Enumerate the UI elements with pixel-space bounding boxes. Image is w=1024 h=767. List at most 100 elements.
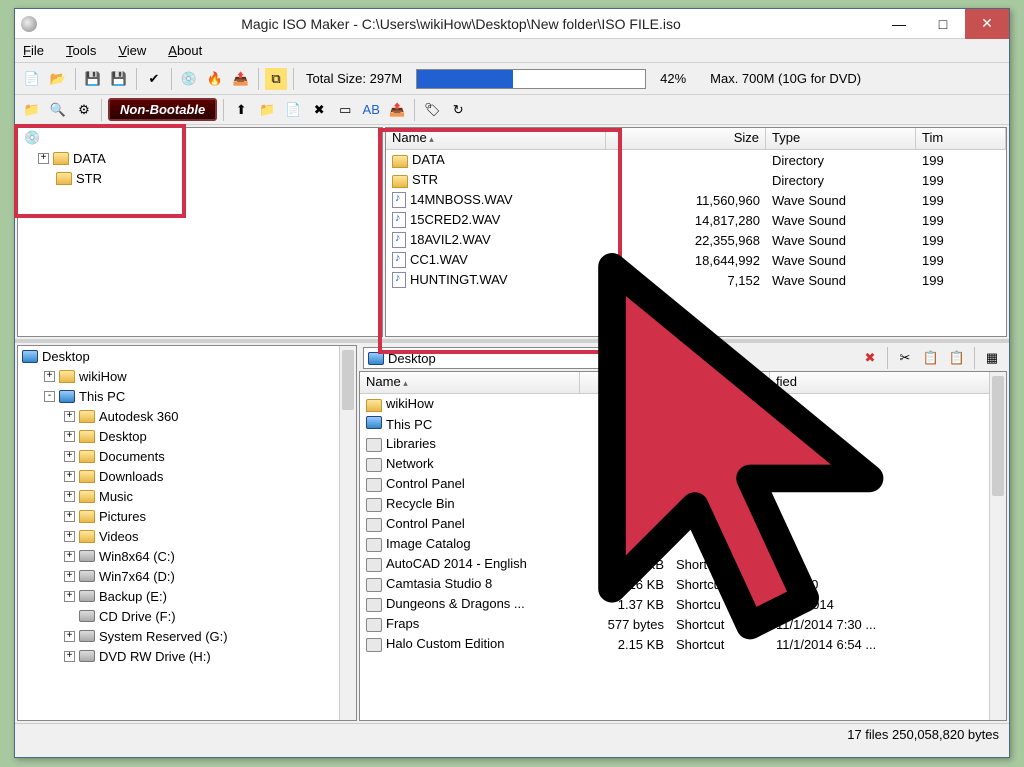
titlebar[interactable]: Magic ISO Maker - C:\Users\wikiHow\Deskt… <box>15 9 1009 39</box>
menu-view[interactable]: View <box>118 43 146 58</box>
list-item[interactable]: Control Panel <box>360 514 1006 534</box>
save-button[interactable]: 💾 <box>82 68 104 90</box>
up-button[interactable]: ⬆ <box>647 347 669 369</box>
add-file-icon[interactable]: 📄 <box>282 99 304 121</box>
new-button[interactable]: 📄 <box>21 68 43 90</box>
rename-icon[interactable]: AB <box>360 99 382 121</box>
expand-icon[interactable]: + <box>64 431 75 442</box>
list-item[interactable]: wikiHow <box>360 394 1006 414</box>
list-item[interactable]: 18AVIL2.WAV22,355,968Wave Sound199 <box>386 230 1006 250</box>
check-button[interactable]: ✔ <box>143 68 165 90</box>
list-item[interactable]: AutoCAD 2014 - English2.07 KBShortcu11/2 <box>360 554 1006 574</box>
expand-icon[interactable]: + <box>64 651 75 662</box>
expand-icon[interactable]: + <box>64 531 75 542</box>
list-item[interactable]: 14MNBOSS.WAV11,560,960Wave Sound199 <box>386 190 1006 210</box>
maximize-button[interactable]: □ <box>921 9 965 39</box>
expand-icon[interactable]: + <box>64 491 75 502</box>
expand-icon[interactable]: + <box>64 411 75 422</box>
list-item[interactable]: DATADirectory199 <box>386 150 1006 170</box>
compress-button[interactable]: ⧉ <box>265 68 287 90</box>
add-folder-icon[interactable]: 📁 <box>256 99 278 121</box>
tree-item[interactable]: +Downloads <box>18 466 356 486</box>
iso-file-list[interactable]: Name Size Type Tim DATADirectory199STRDi… <box>385 127 1007 337</box>
scrollbar[interactable] <box>339 346 356 720</box>
list-item[interactable]: Network <box>360 454 1006 474</box>
tree-root-label[interactable]: Desktop <box>42 349 90 364</box>
list-item[interactable]: Camtasia Studio 81.16 KBShortcu11/1/20 <box>360 574 1006 594</box>
tree-item[interactable]: +Desktop <box>18 426 356 446</box>
list-item[interactable]: STRDirectory199 <box>386 170 1006 190</box>
tree-item[interactable]: +Pictures <box>18 506 356 526</box>
tree-item-label[interactable]: DATA <box>73 151 106 166</box>
tree-item[interactable]: +Documents <box>18 446 356 466</box>
tree-item-label[interactable]: STR <box>76 171 102 186</box>
list-header[interactable]: Name Size Type Tim <box>386 128 1006 150</box>
col-size[interactable]: ↖ Size <box>580 372 670 393</box>
tree-item[interactable]: +System Reserved (G:) <box>18 626 356 646</box>
list-item[interactable]: Image Catalog <box>360 534 1006 554</box>
expand-icon[interactable]: + <box>64 631 75 642</box>
burn-button[interactable]: 🔥 <box>204 68 226 90</box>
tree-item[interactable]: CD Drive (F:) <box>18 606 356 626</box>
list-item[interactable]: CC1.WAV18,644,992Wave Sound199 <box>386 250 1006 270</box>
folder-icon[interactable]: 📁 <box>21 99 43 121</box>
copy-button[interactable]: 📋 <box>920 347 942 369</box>
expand-icon[interactable]: + <box>64 451 75 462</box>
up-icon[interactable]: ⬆ <box>230 99 252 121</box>
tree-item[interactable]: -This PC <box>18 386 356 406</box>
tree-item[interactable]: +Win8x64 (C:) <box>18 546 356 566</box>
list-header[interactable]: Name ↖ Size fied <box>360 372 1006 394</box>
expand-icon[interactable]: + <box>38 153 49 164</box>
refresh-icon[interactable]: ↻ <box>447 99 469 121</box>
tree-item[interactable]: +DVD RW Drive (H:) <box>18 646 356 666</box>
col-name[interactable]: Name <box>360 372 580 393</box>
expand-icon[interactable]: + <box>64 511 75 522</box>
properties-icon[interactable]: ▭ <box>334 99 356 121</box>
iso-tree-pane[interactable]: 💿 +DATA STR <box>17 127 383 337</box>
expand-icon[interactable]: + <box>64 471 75 482</box>
tree-item[interactable]: +Win7x64 (D:) <box>18 566 356 586</box>
minimize-button[interactable]: — <box>877 9 921 39</box>
list-item[interactable]: 15CRED2.WAV14,817,280Wave Sound199 <box>386 210 1006 230</box>
expand-icon[interactable]: + <box>64 551 75 562</box>
col-time[interactable]: Tim <box>916 128 1006 149</box>
expand-icon[interactable]: + <box>64 591 75 602</box>
tree-item[interactable]: +Backup (E:) <box>18 586 356 606</box>
list-item[interactable]: Dungeons & Dragons ...1.37 KBShortcu12/9… <box>360 594 1006 614</box>
scrollbar[interactable] <box>989 372 1006 720</box>
list-item[interactable]: Libraries <box>360 434 1006 454</box>
tree-item[interactable]: +wikiHow <box>18 366 356 386</box>
save-as-button[interactable]: 💾 <box>108 68 130 90</box>
expand-icon[interactable]: + <box>44 371 55 382</box>
label-icon[interactable]: 🏷 <box>421 99 443 121</box>
bootable-badge[interactable]: Non-Bootable <box>108 98 217 121</box>
close-button[interactable]: ✕ <box>965 9 1009 39</box>
list-item[interactable]: Fraps577 bytesShortcut11/1/2014 7:30 ... <box>360 614 1006 634</box>
local-tree-pane[interactable]: Desktop +wikiHow-This PC+Autodesk 360+De… <box>17 345 357 721</box>
list-item[interactable]: Halo Custom Edition2.15 KBShortcut11/1/2… <box>360 634 1006 654</box>
col-modified[interactable]: fied <box>770 372 1006 393</box>
open-button[interactable]: 📂 <box>47 68 69 90</box>
menu-about[interactable]: About <box>168 43 202 58</box>
list-item[interactable]: Control Panel <box>360 474 1006 494</box>
delete-button[interactable]: ✖ <box>859 347 881 369</box>
paste-button[interactable]: 📋 <box>946 347 968 369</box>
view-button[interactable]: ▦ <box>981 347 1003 369</box>
disc-button[interactable]: 💿 <box>178 68 200 90</box>
search-icon[interactable]: 🔍 <box>47 99 69 121</box>
list-item[interactable]: Recycle Bin <box>360 494 1006 514</box>
list-item[interactable]: This PC <box>360 414 1006 434</box>
tree-item[interactable]: +Music <box>18 486 356 506</box>
extract-button[interactable]: 📤 <box>230 68 252 90</box>
menu-file[interactable]: File <box>23 43 44 58</box>
menu-tools[interactable]: Tools <box>66 43 96 58</box>
col-name[interactable]: Name <box>386 128 606 149</box>
export-icon[interactable]: 📤 <box>386 99 408 121</box>
chevron-down-icon[interactable]: ▾ <box>631 350 638 366</box>
expand-icon[interactable]: + <box>64 571 75 582</box>
tree-item[interactable]: +Autodesk 360 <box>18 406 356 426</box>
tree-item[interactable]: +Videos <box>18 526 356 546</box>
delete-icon[interactable]: ✖ <box>308 99 330 121</box>
path-combo[interactable]: Desktop ▾ <box>363 347 643 369</box>
gear-icon[interactable]: ⚙ <box>73 99 95 121</box>
